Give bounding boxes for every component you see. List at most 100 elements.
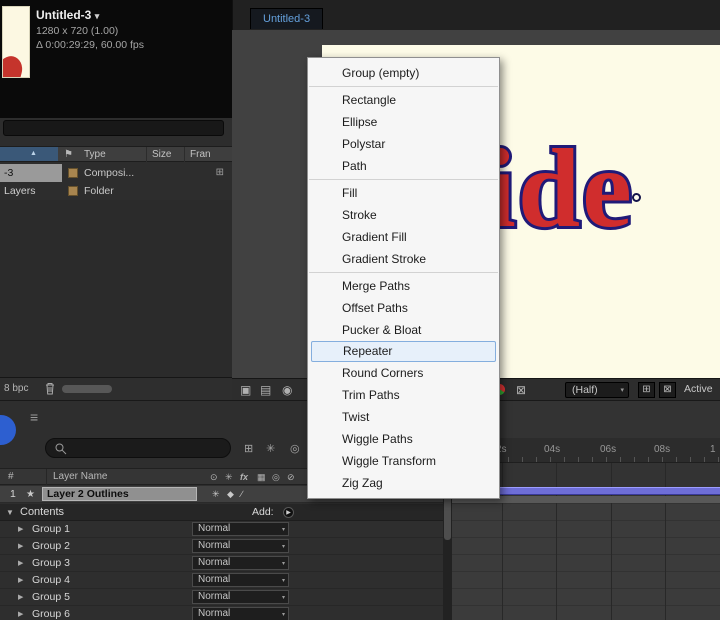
flowchart-icon: ⊞ [215, 167, 224, 178]
item-name-cell[interactable]: Layers [0, 182, 62, 200]
menu-item-fill[interactable]: Fill [308, 182, 499, 204]
twirl-closed-icon[interactable]: ▶ [18, 589, 23, 606]
comp-tab[interactable]: Untitled-3 [250, 8, 324, 29]
layer-number-column[interactable]: # [8, 469, 14, 485]
av-switch-icon[interactable]: ⊙ [210, 469, 218, 485]
name-column-header[interactable]: ▲ [0, 147, 58, 161]
twirl-closed-icon[interactable]: ▶ [18, 521, 23, 538]
resolution-dropdown[interactable]: (Half) ▾ [565, 382, 629, 398]
chevron-down-icon: ▾ [620, 387, 624, 394]
menu-item-zig-zag[interactable]: Zig Zag [308, 472, 499, 494]
size-column-header[interactable]: Size [146, 147, 171, 162]
menu-item-gradient-fill[interactable]: Gradient Fill [308, 226, 499, 248]
panel-menu-icon[interactable]: ≡ [30, 409, 38, 425]
twirl-closed-icon[interactable]: ▶ [18, 606, 23, 620]
menu-separator [309, 86, 498, 87]
group-row[interactable]: ▶ Group 4 Normal ▾ [0, 572, 452, 589]
menu-item-repeater[interactable]: Repeater [311, 341, 496, 362]
group-row[interactable]: ▶ Group 2 Normal ▾ [0, 538, 452, 555]
camera-view-dropdown[interactable]: Active [684, 383, 713, 395]
region-of-interest-icon[interactable]: ⊠ [516, 382, 526, 398]
motion-blur-icon[interactable]: ◎ [290, 442, 300, 455]
group-row[interactable]: ▶ Group 5 Normal ▾ [0, 589, 452, 606]
group-name[interactable]: Group 1 [32, 521, 70, 538]
blend-mode-dropdown[interactable]: Normal ▾ [192, 539, 289, 553]
twirl-closed-icon[interactable]: ▶ [18, 538, 23, 555]
layer-switch-b-icon[interactable]: ◆ [227, 486, 234, 503]
current-time-display[interactable] [0, 415, 16, 445]
layer-name-column[interactable]: Layer Name [46, 469, 107, 485]
blend-mode-dropdown[interactable]: Normal ▾ [192, 573, 289, 587]
shape-layer-icon: ★ [26, 489, 35, 500]
3d-switch-icon[interactable]: ⊘ [287, 469, 295, 485]
blend-mode-dropdown[interactable]: Normal ▾ [192, 556, 289, 570]
group-row[interactable]: ▶ Group 6 Normal ▾ [0, 606, 452, 620]
menu-item-pucker-bloat[interactable]: Pucker & Bloat [308, 319, 499, 341]
magnification-icon[interactable]: ▤ [260, 382, 271, 398]
group-name[interactable]: Group 4 [32, 572, 70, 589]
transparency-grid-button[interactable]: ⊠ [659, 382, 676, 398]
trash-icon[interactable] [44, 382, 56, 398]
menu-item-wiggle-transform[interactable]: Wiggle Transform [308, 450, 499, 472]
draft-3d-icon[interactable]: ✳ [266, 442, 275, 455]
group-row[interactable]: ▶ Group 1 Normal ▾ [0, 521, 452, 538]
type-column-header[interactable]: Type [84, 147, 106, 162]
group-row[interactable]: ▶ Group 3 Normal ▾ [0, 555, 452, 572]
menu-item-offset-paths[interactable]: Offset Paths [308, 297, 499, 319]
contents-row[interactable]: ▼ Contents Add: ▶ [0, 504, 452, 521]
viewer-tab-strip: Untitled-3 [232, 0, 720, 30]
bit-depth-button[interactable]: 8 bpc [4, 383, 28, 394]
motion-blur-switch-icon[interactable]: ◎ [272, 469, 280, 485]
add-label: Add: [252, 506, 274, 518]
menu-item-gradient-stroke[interactable]: Gradient Stroke [308, 248, 499, 270]
contents-label: Contents [20, 506, 65, 518]
menu-item-round-corners[interactable]: Round Corners [308, 362, 499, 384]
twirl-open-icon[interactable]: ▼ [6, 504, 14, 521]
anchor-point-handle[interactable] [632, 193, 641, 202]
project-thumbnail[interactable] [2, 6, 30, 78]
blend-mode-dropdown[interactable]: Normal ▾ [192, 522, 289, 536]
fast-preview-button[interactable]: ⊞ [638, 382, 655, 398]
item-name-cell[interactable]: -3 [0, 164, 62, 182]
solo-switch-icon[interactable]: ✳ [225, 469, 233, 485]
layer-name-selected[interactable]: Layer 2 Outlines [42, 487, 197, 501]
blend-mode-dropdown[interactable]: Normal ▾ [192, 590, 289, 604]
always-preview-icon[interactable]: ▣ [240, 382, 251, 398]
menu-item-group-empty[interactable]: Group (empty) [308, 62, 499, 84]
group-name[interactable]: Group 5 [32, 589, 70, 606]
horizontal-scrollbar[interactable] [62, 385, 112, 393]
menu-item-ellipse[interactable]: Ellipse [308, 111, 499, 133]
group-name[interactable]: Group 3 [32, 555, 70, 572]
menu-item-wiggle-paths[interactable]: Wiggle Paths [308, 428, 499, 450]
project-panel-footer: 8 bpc [0, 377, 232, 400]
frames-column-header[interactable]: Fran [184, 147, 211, 162]
twirl-closed-icon[interactable]: ▶ [18, 555, 23, 572]
menu-item-polystar[interactable]: Polystar [308, 133, 499, 155]
composition-type-icon [68, 168, 78, 178]
menu-item-merge-paths[interactable]: Merge Paths [308, 275, 499, 297]
layer-switch-c-icon[interactable]: ∕ [241, 486, 243, 503]
blend-mode-dropdown[interactable]: Normal ▾ [192, 607, 289, 620]
label-column-icon[interactable]: ⚑ [64, 147, 73, 162]
twirl-closed-icon[interactable]: ▶ [18, 572, 23, 589]
menu-item-rectangle[interactable]: Rectangle [308, 89, 499, 111]
chevron-down-icon: ▾ [94, 11, 100, 21]
project-row-folder[interactable]: Layers Folder [0, 182, 232, 200]
menu-item-stroke[interactable]: Stroke [308, 204, 499, 226]
project-item-title[interactable]: Untitled-3 ▾ [36, 8, 99, 22]
project-row-composition[interactable]: -3 Composi... ⊞ [0, 164, 232, 182]
group-name[interactable]: Group 2 [32, 538, 70, 555]
folder-icon [68, 186, 78, 196]
timeline-search-input[interactable] [45, 438, 231, 458]
snapshot-icon[interactable]: ◉ [282, 382, 292, 398]
quality-switch-icon[interactable]: ▦ [257, 469, 266, 485]
project-search-input[interactable] [3, 120, 224, 136]
composition-mini-flowchart-icon[interactable]: ⊞ [244, 442, 253, 455]
group-name[interactable]: Group 6 [32, 606, 70, 620]
menu-item-path[interactable]: Path [308, 155, 499, 177]
menu-item-trim-paths[interactable]: Trim Paths [308, 384, 499, 406]
menu-item-twist[interactable]: Twist [308, 406, 499, 428]
layer-switch-a-icon[interactable]: ✳ [212, 486, 220, 503]
add-property-button[interactable]: ▶ [283, 507, 294, 518]
fx-switch-icon[interactable]: fx [240, 469, 248, 485]
